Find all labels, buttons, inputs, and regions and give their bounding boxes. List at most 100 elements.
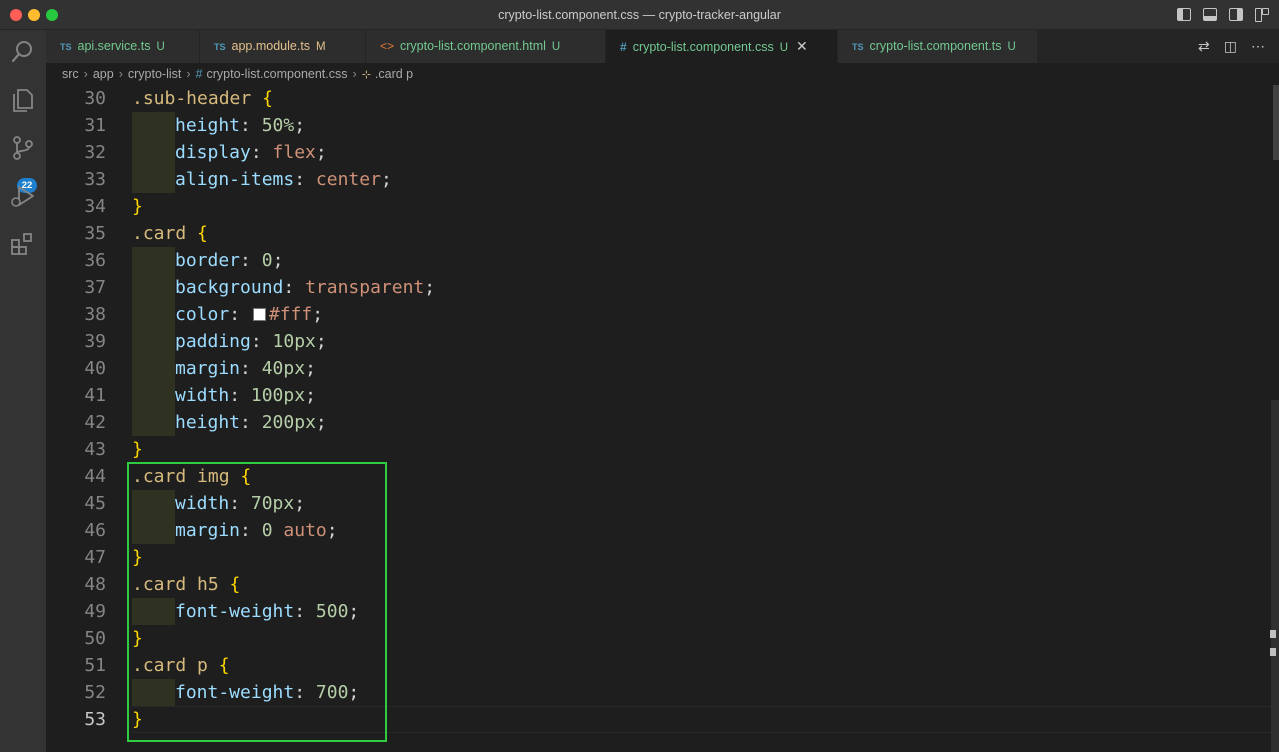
breadcrumb-item-file[interactable]: crypto-list.component.css: [206, 67, 347, 81]
code-line[interactable]: 49 font-weight: 500;: [46, 598, 1266, 625]
semicolon: ;: [315, 331, 327, 352]
code-content: }: [132, 544, 143, 571]
code-content: .card img {: [132, 463, 251, 490]
code-content: height: 200px;: [132, 409, 327, 436]
line-number: 34: [84, 196, 106, 217]
css-property: height: [175, 115, 241, 136]
open-changes-icon[interactable]: ⇄: [1198, 38, 1210, 55]
code-line[interactable]: 36 border: 0;: [46, 247, 1266, 274]
line-number: 49: [84, 601, 106, 622]
code-line[interactable]: 35 .card {: [46, 220, 1266, 247]
code-line[interactable]: 39 padding: 10px;: [46, 328, 1266, 355]
color-swatch-icon[interactable]: [252, 308, 266, 321]
css-selector: .sub-header: [132, 88, 252, 109]
semicolon: ;: [272, 250, 284, 271]
split-editor-icon[interactable]: ◫: [1224, 38, 1237, 55]
explorer-icon[interactable]: [9, 86, 37, 114]
tab-api-service[interactable]: TS api.service.ts U: [46, 30, 200, 63]
git-status: U: [156, 41, 165, 53]
chevron-right-icon: ›: [118, 67, 123, 81]
close-brace: }: [132, 709, 143, 730]
colon: :: [294, 682, 316, 703]
git-status: U: [551, 41, 561, 53]
tab-crypto-list-css[interactable]: # crypto-list.component.css U ✕: [606, 30, 838, 63]
colon: :: [250, 331, 273, 352]
css-number: 10px: [272, 331, 316, 352]
source-control-icon[interactable]: [9, 134, 37, 162]
code-line[interactable]: 52 font-weight: 700;: [46, 679, 1266, 706]
code-line[interactable]: 30 .sub-header {: [46, 85, 1266, 112]
css-value: #fff: [268, 304, 313, 325]
code-line[interactable]: 32 display: flex;: [46, 139, 1266, 166]
code-content: .card p {: [132, 652, 230, 679]
css-property: width: [175, 385, 230, 406]
breadcrumb-item-src[interactable]: src: [62, 67, 79, 81]
overview-ruler-thumb[interactable]: [1273, 85, 1279, 160]
close-tab-icon[interactable]: ✕: [796, 38, 808, 54]
tab-crypto-list-ts[interactable]: TS crypto-list.component.ts U: [838, 30, 1038, 63]
code-line[interactable]: 50}: [46, 625, 1266, 652]
css-property: padding: [175, 331, 251, 352]
tab-label: api.service.ts: [77, 39, 151, 53]
code-content: font-weight: 500;: [132, 598, 359, 625]
line-number: 53: [84, 709, 106, 730]
semicolon: ;: [326, 520, 338, 541]
toggle-secondary-sidebar-icon[interactable]: [1229, 8, 1243, 21]
css-number: 40px: [261, 358, 306, 379]
semicolon: ;: [305, 385, 316, 406]
typescript-file-icon: TS: [60, 42, 72, 52]
code-line[interactable]: 40 margin: 40px;: [46, 355, 1266, 382]
more-actions-icon[interactable]: ⋯: [1251, 38, 1265, 55]
code-line[interactable]: 45 width: 70px;: [46, 490, 1266, 517]
code-content: }: [132, 625, 143, 652]
tab-label: crypto-list.component.ts: [869, 39, 1002, 53]
code-line[interactable]: 44 .card img {: [46, 463, 1266, 490]
code-line[interactable]: 37 background: transparent;: [46, 274, 1266, 301]
search-icon[interactable]: [9, 38, 37, 66]
open-brace: {: [218, 655, 230, 676]
code-line[interactable]: 42 height: 200px;: [46, 409, 1266, 436]
css-value: auto: [283, 520, 327, 541]
colon: :: [240, 412, 262, 433]
semicolon: ;: [348, 682, 360, 703]
overview-mark: [1270, 630, 1276, 638]
css-selector: .card: [132, 223, 187, 244]
code-line[interactable]: 33 align-items: center;: [46, 166, 1266, 193]
code-line[interactable]: 34}: [46, 193, 1266, 220]
colon: :: [294, 169, 316, 190]
tab-crypto-list-html[interactable]: <> crypto-list.component.html U: [366, 30, 606, 63]
run-debug-icon[interactable]: [9, 182, 37, 210]
code-line[interactable]: 31 height: 50%;: [46, 112, 1266, 139]
toggle-panel-icon[interactable]: [1203, 8, 1217, 21]
tab-app-module[interactable]: TS app.module.ts M: [200, 30, 366, 63]
scrollbar-thumb[interactable]: [1271, 400, 1279, 752]
code-line[interactable]: 43}: [46, 436, 1266, 463]
code-content: padding: 10px;: [132, 328, 327, 355]
line-number: 31: [84, 115, 106, 136]
colon: :: [240, 358, 262, 379]
code-editor[interactable]: 30 .sub-header {31 height: 50%; 32 display: …: [46, 85, 1279, 752]
close-brace: }: [132, 547, 143, 568]
breadcrumb-item-app[interactable]: app: [93, 67, 114, 81]
code-line[interactable]: 51 .card p {: [46, 652, 1266, 679]
line-number: 47: [84, 547, 106, 568]
open-brace: {: [197, 223, 208, 244]
code-line[interactable]: 38 color: #fff;: [46, 301, 1266, 328]
code-line[interactable]: 47}: [46, 544, 1266, 571]
breadcrumb-item-symbol[interactable]: .card p: [375, 67, 413, 81]
code-line[interactable]: 48 .card h5 {: [46, 571, 1266, 598]
code-line[interactable]: 41 width: 100px;: [46, 382, 1266, 409]
customize-layout-icon[interactable]: [1255, 8, 1269, 22]
git-status: M: [316, 41, 326, 53]
extensions-icon[interactable]: [9, 230, 37, 258]
toggle-primary-sidebar-icon[interactable]: [1177, 8, 1191, 21]
indent-guide: [132, 166, 175, 193]
tab-label: app.module.ts: [231, 39, 311, 53]
code-line[interactable]: 46 margin: 0 auto;: [46, 517, 1266, 544]
code-line[interactable]: 53}: [46, 706, 1266, 733]
css-property: align-items: [175, 169, 295, 190]
title-bar: crypto-list.component.css — crypto-track…: [0, 0, 1279, 30]
breadcrumb-item-crypto-list[interactable]: crypto-list: [128, 67, 181, 81]
css-property: margin: [175, 520, 241, 541]
